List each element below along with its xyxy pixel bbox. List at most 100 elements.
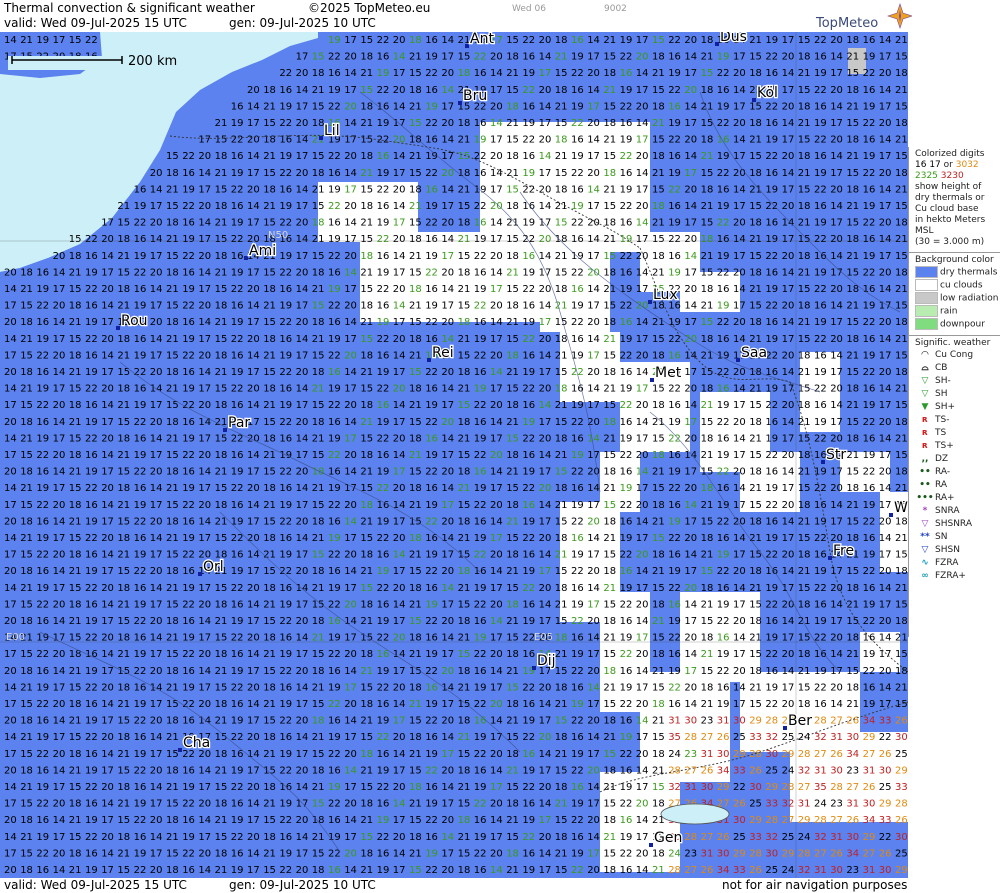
thermal-height-digit: 20: [393, 334, 406, 345]
thermal-height-digit: 17: [344, 583, 357, 594]
thermal-height-digit: 16: [522, 101, 535, 112]
thermal-height-digit: 14: [344, 118, 357, 129]
thermal-height-digit: 17: [782, 682, 795, 693]
thermal-height-digit: 22: [425, 218, 438, 229]
thermal-height-digit: 17: [101, 616, 114, 627]
thermal-height-digit: 20: [296, 118, 309, 129]
thermal-height-digit: 17: [296, 350, 309, 361]
thermal-height-digit: 21: [458, 782, 471, 793]
thermal-height-digit: 14: [782, 417, 795, 428]
thermal-height-digit: 18: [117, 384, 130, 395]
thermal-height-digit: 22: [863, 68, 876, 79]
thermal-height-digit: 15: [846, 168, 859, 179]
thermal-height-digit: 16: [85, 301, 98, 312]
thermal-height-digit: 22: [814, 583, 827, 594]
thermal-height-digit: 15: [506, 583, 519, 594]
thermal-height-digit: 16: [328, 317, 341, 328]
thermal-height-digit: 20: [636, 599, 649, 610]
thermal-height-digit: 14: [247, 500, 260, 511]
thermal-height-digit: 15: [506, 782, 519, 793]
thermal-height-digit: 19: [279, 848, 292, 859]
thermal-height-digit: 21: [701, 251, 714, 262]
thermal-height-digit: 20: [198, 450, 211, 461]
thermal-height-digit: 17: [53, 533, 66, 544]
thermal-height-digit: 16: [377, 52, 390, 63]
thermal-height-digit: 32: [782, 799, 795, 810]
thermal-height-digit: 17: [636, 85, 649, 96]
thermal-height-digit: 15: [166, 599, 179, 610]
thermal-height-digit: 19: [134, 550, 147, 561]
thermal-height-digit: 19: [717, 301, 730, 312]
thermal-height-digit: 14: [441, 483, 454, 494]
thermal-height-digit: 20: [830, 682, 843, 693]
thermal-height-digit: 16: [522, 301, 535, 312]
thermal-height-digit: 27: [684, 865, 697, 876]
thermal-height-digit: 20: [830, 284, 843, 295]
thermal-height-digit: 22: [425, 716, 438, 727]
thermal-height-digit: 29: [717, 782, 730, 793]
thermal-height-digit: 15: [117, 566, 130, 577]
thermal-height-digit: 20: [344, 799, 357, 810]
thermal-height-digit: 16: [377, 848, 390, 859]
thermal-height-digit: 17: [344, 483, 357, 494]
weather-symbol-icon: ▽: [921, 545, 929, 555]
thermal-height-digit: 16: [134, 533, 147, 544]
thermal-height-digit: 16: [620, 566, 633, 577]
thermal-height-digit: 17: [296, 749, 309, 760]
thermal-height-digit: 15: [846, 566, 859, 577]
thermal-height-digit: 17: [296, 151, 309, 162]
thermal-height-digit: 19: [231, 516, 244, 527]
city-name: Cha: [183, 735, 210, 751]
thermal-height-digit: 34: [863, 815, 876, 826]
thermal-height-digit: 15: [603, 251, 616, 262]
thermal-height-digit: 22: [620, 699, 633, 710]
thermal-height-digit: 19: [328, 682, 341, 693]
thermal-height-digit: 15: [69, 234, 82, 245]
thermal-height-digit: 27: [814, 749, 827, 760]
thermal-height-digit: 22: [474, 699, 487, 710]
thermal-height-digit: 19: [231, 118, 244, 129]
thermal-height-digit: 17: [101, 666, 114, 677]
thermal-height-digit: 18: [895, 68, 908, 79]
thermal-height-digit: 21: [749, 35, 762, 46]
thermal-height-digit: 19: [425, 301, 438, 312]
thermal-height-digit: 16: [571, 483, 584, 494]
thermal-height-digit: 22: [522, 832, 535, 843]
thermal-height-digit: 15: [555, 317, 568, 328]
thermal-height-digit: 16: [182, 765, 195, 776]
thermal-height-digit: 20: [4, 815, 17, 826]
forecast-map[interactable]: 14 21 19 17 15 22 19 17 15 22 20 18 16 14 21 19 17 15 22 20…: [0, 32, 908, 878]
thermal-height-digit: 21: [360, 467, 373, 478]
thermal-height-digit: 19: [328, 583, 341, 594]
thermal-height-digit: 15: [506, 732, 519, 743]
thermal-height-digit: 25: [733, 832, 746, 843]
thermal-height-digit: 17: [830, 666, 843, 677]
thermal-height-digit: 20: [101, 334, 114, 345]
thermal-height-digit: 20: [198, 799, 211, 810]
thermal-height-digit: 14: [296, 483, 309, 494]
thermal-height-digit: 21: [458, 135, 471, 146]
thermal-height-digit: 18: [117, 782, 130, 793]
thermal-height-digit: 21: [895, 682, 908, 693]
thermal-height-digit: 14: [53, 865, 66, 876]
thermal-height-digit: 16: [134, 184, 147, 195]
thermal-height-digit: 21: [506, 516, 519, 527]
thermal-height-digit: 21: [652, 267, 665, 278]
thermal-height-digit: 21: [506, 666, 519, 677]
thermal-height-digit: 16: [765, 218, 778, 229]
thermal-height-digit: 17: [393, 865, 406, 876]
thermal-height-digit: 15: [895, 400, 908, 411]
city-marker-icon: [783, 726, 787, 730]
thermal-height-digit: 20: [296, 616, 309, 627]
topmeteo-logo[interactable]: TopMeteo: [816, 2, 913, 32]
thermal-height-digit: 20: [782, 450, 795, 461]
thermal-height-digit: 19: [231, 168, 244, 179]
thermal-height-digit: 14: [198, 765, 211, 776]
thermal-height-digit: 14: [296, 682, 309, 693]
thermal-height-digit: 17: [53, 334, 66, 345]
thermal-height-digit: 20: [150, 516, 163, 527]
map-canvas[interactable]: 14 21 19 17 15 22 19 17 15 22 20 18 16 14 21 19 17 15 22 20…: [0, 32, 908, 878]
thermal-height-digit: 15: [603, 649, 616, 660]
thermal-height-digit: 19: [863, 400, 876, 411]
thermal-height-digit: 22: [620, 151, 633, 162]
